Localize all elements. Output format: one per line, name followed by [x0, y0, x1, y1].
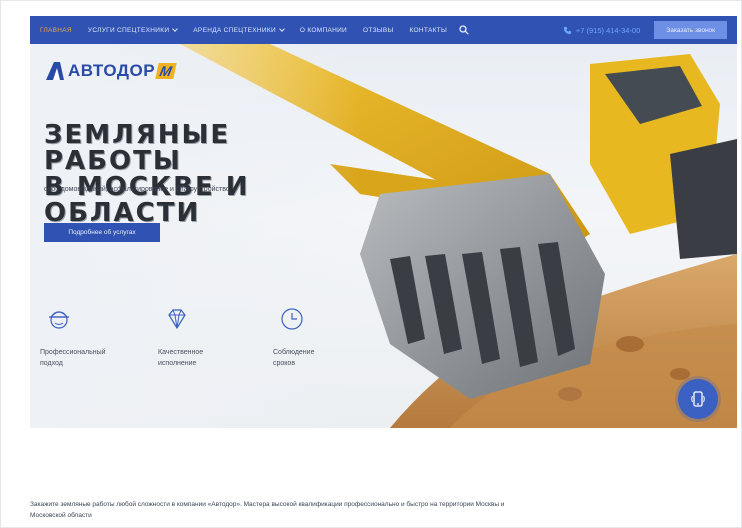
hero-headline: Земляные работы в Москве и области [44, 122, 344, 226]
phone-icon [563, 26, 571, 34]
feature-label: Профессиональный [40, 349, 106, 356]
nav-item-about[interactable]: О компании [300, 27, 347, 34]
top-navigation: Главная Услуги спецтехники Аренда спецте… [30, 16, 737, 44]
clock-icon [281, 308, 303, 330]
worker-helmet-icon [49, 311, 69, 329]
nav-item-rental[interactable]: Аренда спецтехники [193, 26, 285, 34]
nav-label: Контакты [409, 26, 448, 34]
nav-item-home[interactable]: Главная [40, 27, 72, 34]
nav-item-services[interactable]: Услуги спецтехники [87, 26, 179, 34]
feature-deadlines: Соблюдение сроков [273, 306, 383, 369]
intro-line-1: Закажите земляные работы любой сложности… [30, 501, 505, 508]
feature-professional: Профессиональный подход [40, 306, 150, 369]
logo-mark-icon [46, 62, 64, 80]
feature-label: Качественное [158, 349, 204, 356]
chevron-down-icon [172, 26, 179, 32]
feature-label: исполнение [158, 360, 197, 367]
feature-quality: Качественное исполнение [158, 306, 268, 369]
logo-text: АВТОДОР [68, 61, 156, 80]
nav-label: Главная [40, 26, 72, 34]
nav-label: Услуги спецтехники [87, 26, 170, 34]
logo-suffix: М [155, 63, 177, 79]
intro-line-2: Московской области [30, 512, 92, 519]
callback-button[interactable]: Заказать звонок [654, 21, 727, 39]
services-details-button[interactable]: Подробнее об услугах [44, 223, 160, 242]
logo[interactable]: АВТОДОР М [44, 60, 177, 82]
nav-item-contacts[interactable]: Контакты [410, 27, 447, 34]
intro-paragraph: Закажите земляные работы любой сложности… [30, 499, 720, 521]
phone-call-icon [691, 391, 705, 407]
feature-label: сроков [273, 360, 296, 367]
hero-banner: АВТОДОР М Земляные работы в Москве и обл… [30, 44, 737, 428]
feature-label: подход [40, 360, 63, 367]
nav-item-reviews[interactable]: Отзывы [363, 27, 394, 34]
phone-link[interactable]: +7 (915) 414-34-00 [563, 26, 640, 35]
chevron-down-icon [279, 26, 285, 32]
phone-number: +7 (915) 414-34-00 [575, 25, 641, 35]
nav-label: О компании [299, 26, 348, 34]
hero-subtitle: снос домов/зданий, асфальтирование и бла… [44, 186, 230, 193]
floating-call-button[interactable] [678, 379, 718, 419]
nav-label: Отзывы [363, 26, 394, 34]
headline-line-1: Земляные работы [44, 120, 231, 176]
headline-line-2: в Москве и области [44, 172, 250, 228]
feature-label: Соблюдение [273, 349, 315, 356]
nav-label: Аренда спецтехники [193, 26, 276, 34]
diamond-icon [168, 309, 186, 330]
search-icon[interactable] [459, 25, 469, 35]
